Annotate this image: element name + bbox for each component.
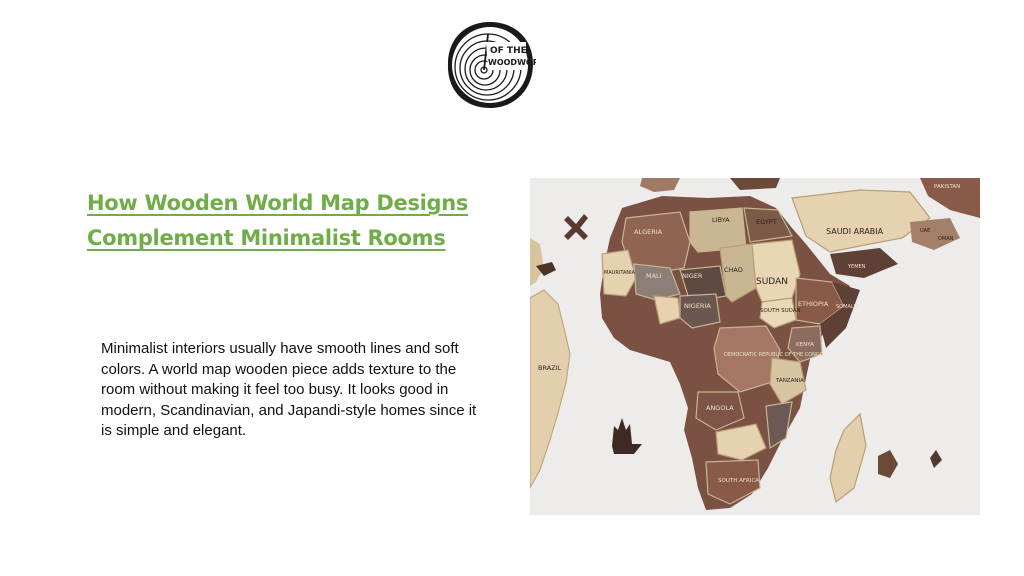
tree-ring-logo-icon: OF THE WOODWORK — [447, 22, 546, 108]
label-drc: DEMOCRATIC REPUBLIC OF THE CONGO — [724, 352, 824, 358]
label-oman: OMAN — [938, 236, 954, 242]
label-egypt: EGYPT — [756, 218, 777, 226]
label-libya: LIBYA — [712, 216, 730, 224]
slide-title[interactable]: How Wooden World Map Designs Complement … — [87, 186, 517, 256]
label-pakistan: PAKISTAN — [934, 184, 960, 190]
label-somalia: SOMALIA — [836, 304, 859, 310]
label-chad: CHAD — [724, 266, 743, 274]
logo-text-top: OF THE — [490, 46, 527, 56]
label-brazil: BRAZIL — [538, 364, 562, 372]
label-kenya: KENYA — [796, 342, 814, 348]
label-south-africa: SOUTH AFRICA — [718, 478, 759, 484]
label-ethiopia: ETHIOPIA — [798, 300, 829, 308]
label-mali: MALI — [646, 272, 662, 280]
slide-title-line1: How Wooden World Map Designs — [87, 191, 469, 215]
label-nigeria: NIGERIA — [684, 302, 711, 310]
label-algeria: ALGERIA — [634, 228, 663, 236]
label-yemen: YEMEN — [847, 264, 866, 270]
slide-title-line2: Complement Minimalist Rooms — [87, 226, 446, 250]
brand-logo: OF THE WOODWORK — [444, 20, 546, 110]
label-uae: UAE — [920, 228, 930, 234]
label-mauritania: MAURITANIA — [604, 270, 636, 276]
logo-text-bottom: WOODWORK — [488, 58, 536, 67]
label-niger: NIGER — [682, 272, 703, 280]
label-south-sudan: SOUTH SUDAN — [760, 308, 801, 314]
label-angola: ANGOLA — [706, 404, 734, 412]
label-tanzania: TANZANIA — [775, 378, 804, 384]
label-saudi-arabia: SAUDI ARABIA — [826, 227, 884, 236]
body-paragraph: Minimalist interiors usually have smooth… — [101, 340, 477, 439]
label-sudan: SUDAN — [756, 277, 788, 287]
wooden-map-illustration: LIBYA EGYPT SAUDI ARABIA ALGERIA MALI NI… — [530, 178, 980, 515]
wooden-map-photo: LIBYA EGYPT SAUDI ARABIA ALGERIA MALI NI… — [530, 178, 980, 515]
